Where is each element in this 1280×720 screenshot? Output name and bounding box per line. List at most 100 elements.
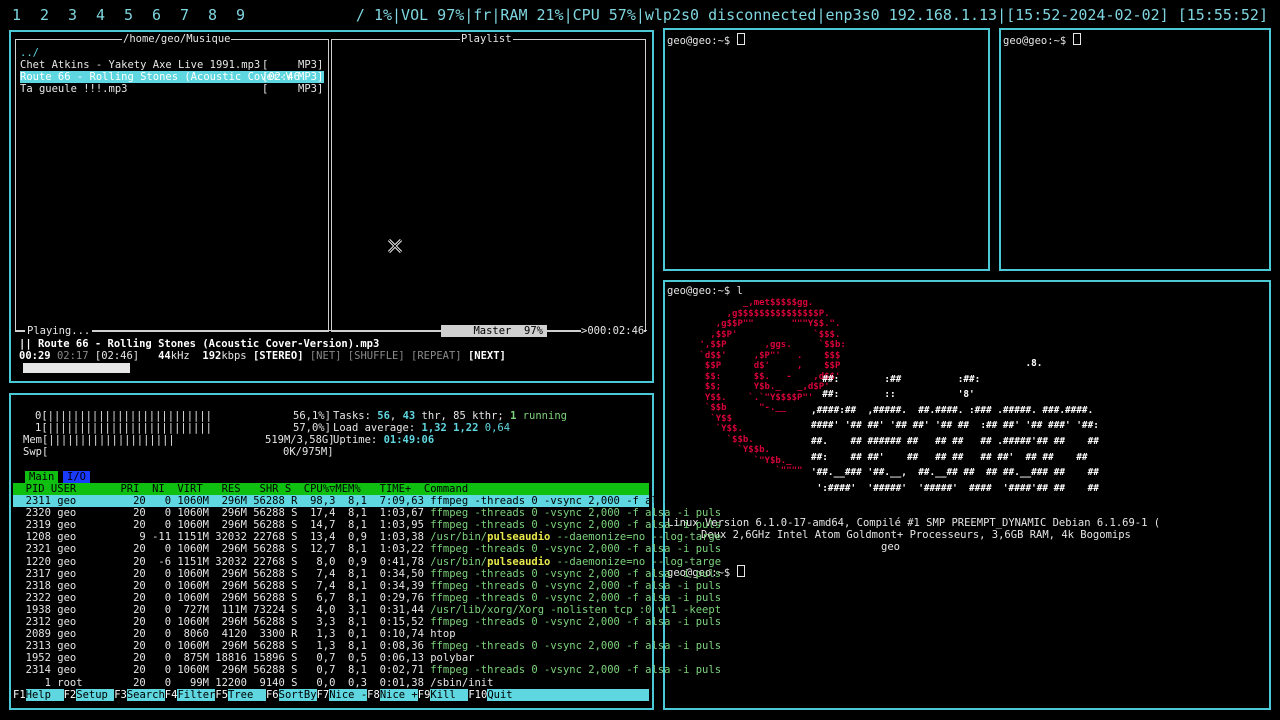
- fkey-f4[interactable]: F4: [164, 689, 178, 701]
- workspace-2[interactable]: 2: [40, 0, 49, 30]
- sysinfo-cpu: Deux 2,6GHz Intel Atom Goldmont+ Process…: [701, 529, 1131, 541]
- total-time: >000:02:46: [581, 325, 645, 338]
- process-fields: 2319 geo 20 0 1060M 296M 56288 S 14,7 8,…: [13, 519, 431, 532]
- debian-wordmark: .8. ##: :## :##: ##: :: '8' ,####:## ,###…: [811, 356, 1099, 496]
- tab-main[interactable]: Main: [25, 471, 59, 484]
- process-command: /usr/lib/xorg/Xorg -nolisten tcp :0 vt1 …: [430, 603, 722, 616]
- progress-track[interactable]: [23, 363, 635, 373]
- fkey-f9[interactable]: F9: [417, 689, 431, 701]
- wordmark-line: ##. ## ###### ## ## ## ## .#####'## ## #…: [811, 435, 1099, 447]
- fkey-f3[interactable]: F3: [114, 689, 127, 701]
- browser-title: /home/geo/Musique: [122, 33, 232, 45]
- fkey-f5[interactable]: F5: [215, 689, 229, 701]
- swirl-line: ',$$P ,ggs. `$$b:: [667, 340, 846, 350]
- process-fields: 2314 geo 20 0 1060M 296M 56288 S 0,7 8,1…: [13, 664, 431, 677]
- fkey-f7[interactable]: F7: [316, 689, 330, 701]
- swap-meter: Swp[: [23, 446, 49, 458]
- music-player-window[interactable]: /home/geo/Musique ../ Chet Atkins - Yake…: [9, 30, 654, 383]
- workspace-1[interactable]: 1: [12, 0, 21, 30]
- shell-prompt[interactable]: geo@geo:~$: [1003, 33, 1081, 47]
- process-row[interactable]: 2312 geo 20 0 1060M 296M 56288 S 3,3 8,1…: [13, 616, 721, 628]
- process-row[interactable]: 2311 geo 20 0 1060M 296M 56288 R 98,3 8,…: [13, 495, 721, 508]
- fkey-f2[interactable]: F2: [63, 689, 77, 701]
- fkey-label[interactable]: Kill: [430, 689, 468, 701]
- process-row[interactable]: 1220 geo 20 -6 1151M 32032 22768 S 8,0 0…: [13, 556, 721, 568]
- process-fields: 2320 geo 20 0 1060M 296M 56288 S 17,4 8,…: [13, 507, 431, 520]
- file-item-selected[interactable]: Route 66 - Rolling Stones (Acoustic Cove…: [20, 71, 324, 84]
- process-row[interactable]: 2313 geo 20 0 1060M 296M 56288 S 1,3 8,1…: [13, 640, 721, 652]
- process-fields: 2318 geo 20 0 1060M 296M 56288 S 7,4 8,1…: [13, 579, 431, 592]
- process-row[interactable]: 2317 geo 20 0 1060M 296M 56288 S 7,4 8,1…: [13, 567, 721, 580]
- process-row[interactable]: 2314 geo 20 0 1060M 296M 56288 S 0,7 8,1…: [13, 664, 721, 677]
- terminal-window-1[interactable]: geo@geo:~$: [663, 28, 990, 271]
- process-fields: 2312 geo 20 0 1060M 296M 56288 S 3,3 8,1…: [13, 616, 431, 628]
- file-item[interactable]: Chet Atkins - Yakety Axe Live 1991.mp3[ …: [20, 59, 324, 71]
- file-item[interactable]: Ta gueule !!!.mp3[ MP3]: [20, 83, 324, 95]
- playlist-panel: Playlist: [331, 33, 646, 332]
- process-row[interactable]: 1 root 20 0 99M 12200 9140 S 0,0 0,3 0:0…: [13, 677, 649, 689]
- htop-window[interactable]: 0[|||||||||||||||||||||||||| 56,1%] 1[||…: [9, 393, 721, 710]
- process-row[interactable]: 1952 geo 20 0 875M 18816 15896 S 0,7 0,5…: [13, 652, 649, 664]
- process-fields: 2322 geo 20 0 1060M 296M 56288 S 6,7 8,1…: [13, 591, 431, 604]
- workspace-9[interactable]: 9: [236, 0, 245, 30]
- terminal-window-2[interactable]: geo@geo:~$: [999, 28, 1271, 271]
- system-status: / 1%|VOL 97%|fr|RAM 21%|CPU 57%|wlp2s0 d…: [355, 6, 1268, 24]
- workspace-7[interactable]: 7: [180, 0, 189, 30]
- progress-bar-fill: [23, 363, 131, 373]
- process-row[interactable]: 2320 geo 20 0 1060M 296M 56288 S 17,4 8,…: [13, 507, 721, 520]
- playback-info: 00:29 02:17 [02:46] 44kHz 192kbps [STERE…: [19, 350, 506, 362]
- playlist-title: Playlist: [460, 33, 513, 45]
- process-row[interactable]: 2318 geo 20 0 1060M 296M 56288 S 7,4 8,1…: [13, 579, 721, 592]
- fkey-label[interactable]: Quit: [487, 689, 512, 701]
- shell-command-line: geo@geo:~$ l: [667, 285, 743, 297]
- swirl-line: _,met$$$$$gg.: [667, 298, 814, 308]
- workspace-3[interactable]: 3: [68, 0, 77, 30]
- workspace-8[interactable]: 8: [208, 0, 217, 30]
- file-browser-panel: /home/geo/Musique ../ Chet Atkins - Yake…: [15, 33, 329, 332]
- shell-prompt[interactable]: geo@geo:~$: [667, 33, 745, 47]
- fkey-label[interactable]: Help: [26, 689, 64, 701]
- workspace-5[interactable]: 5: [124, 0, 133, 30]
- close-cursor-icon: [387, 238, 403, 254]
- process-row[interactable]: 1938 geo 20 0 727M 111M 73224 S 4,0 3,1 …: [13, 604, 721, 616]
- status-bar: 1 2 3 4 5 6 7 8 9 / 1%|VOL 97%|fr|RAM 21…: [0, 0, 1280, 30]
- workspace-4[interactable]: 4: [96, 0, 105, 30]
- process-row[interactable]: 2321 geo 20 0 1060M 296M 56288 S 12,7 8,…: [13, 543, 721, 555]
- wordmark-line: .8.: [811, 358, 1043, 369]
- fkey-label[interactable]: SortBy: [279, 689, 317, 701]
- fkey-f6[interactable]: F6: [265, 689, 279, 701]
- process-command: polybar: [430, 652, 475, 665]
- fkey-label[interactable]: Filter: [177, 689, 215, 701]
- tab-io[interactable]: I/O: [63, 471, 90, 484]
- process-command: ffmpeg -threads 0 -vsync 2,000 -f alsa -…: [430, 579, 722, 592]
- process-row[interactable]: 2319 geo 20 0 1060M 296M 56288 S 14,7 8,…: [13, 519, 721, 532]
- process-table-header[interactable]: PID USER PRI NI VIRT RES SHR S CPU%▽MEM%…: [13, 483, 649, 496]
- process-row[interactable]: 1208 geo 9 -11 1151M 32032 22768 S 13,4 …: [13, 531, 721, 543]
- tasks-info: Tasks: 56, 43 thr, 85 kthr; 1 running: [333, 410, 567, 422]
- uptime: Uptime: 01:49:06: [333, 434, 435, 446]
- process-command: ffmpeg -threads 0 -vsync 2,000 -f alsa -…: [430, 543, 722, 556]
- process-command: ffmpeg -threads 0 -vsync 2,000 -f alsa -…: [430, 507, 722, 520]
- fkey-label[interactable]: Tree: [228, 689, 266, 701]
- mem-value: 519M/3,58G]: [265, 434, 335, 446]
- process-fields: 2311 geo 20 0 1060M 296M 56288 R 98,3 8,…: [13, 495, 431, 507]
- fkey-f10[interactable]: F10: [468, 689, 488, 701]
- process-command: ffmpeg -threads 0 -vsync 2,000 -f alsa -…: [430, 664, 722, 677]
- process-command: ffmpeg -threads 0 -vsync 2,000 -f alsa -…: [430, 495, 722, 507]
- fkey-label[interactable]: Search: [127, 689, 165, 701]
- parent-dir[interactable]: ../: [20, 47, 39, 59]
- fkey-label[interactable]: Nice +: [380, 689, 418, 701]
- process-row[interactable]: 2322 geo 20 0 1060M 296M 56288 S 6,7 8,1…: [13, 591, 721, 604]
- fkey-f8[interactable]: F8: [367, 689, 380, 701]
- fkey-f1[interactable]: F1: [13, 689, 26, 701]
- fkey-label[interactable]: Setup: [76, 689, 114, 701]
- workspace-6[interactable]: 6: [152, 0, 161, 30]
- playing-status: Playing...: [25, 325, 93, 338]
- process-fields: 2317 geo 20 0 1060M 296M 56288 S 7,4 8,1…: [13, 567, 431, 580]
- terminal-window-3[interactable]: geo@geo:~$ l _,met$$$$$gg. ,g$$$$$$$$$$$…: [663, 280, 1271, 710]
- volume-mixer[interactable]: Master 97%: [441, 325, 547, 338]
- fkey-label[interactable]: Nice -: [329, 689, 367, 701]
- process-row[interactable]: 2089 geo 20 0 8060 4120 3300 R 1,3 0,1 0…: [13, 628, 649, 640]
- wordmark-line: ##: ## ##' ## ## ## ## ##' ## ## ##: [811, 451, 1088, 463]
- wordmark-line: ####' '## ##' '## ##' '## ## :## ##' '##…: [811, 420, 1099, 432]
